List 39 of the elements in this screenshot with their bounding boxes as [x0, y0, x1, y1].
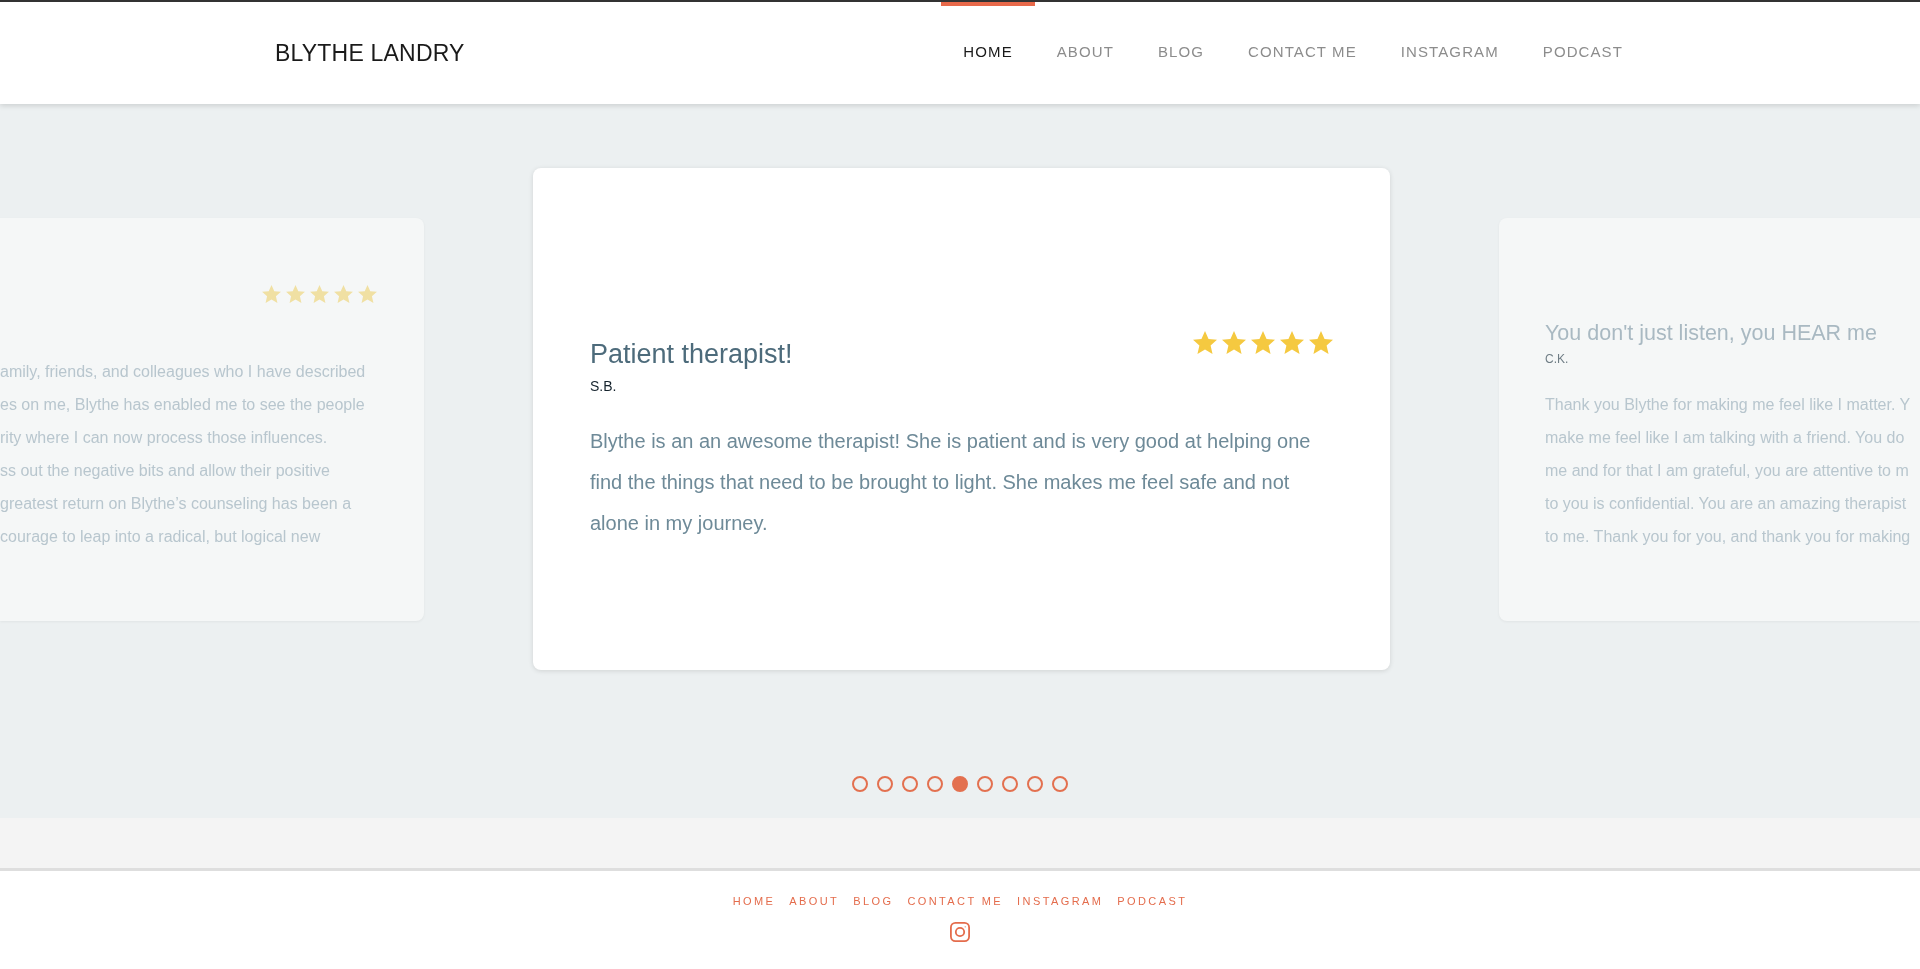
- carousel-dot[interactable]: [852, 776, 868, 792]
- testimonial-author: S.B.: [590, 378, 617, 394]
- star-icon: [286, 285, 305, 303]
- nav-link[interactable]: CONTACT ME: [1226, 2, 1379, 61]
- nav-link[interactable]: HOME: [941, 2, 1035, 61]
- instagram-icon[interactable]: [950, 922, 970, 942]
- footer-link[interactable]: ABOUT: [789, 894, 840, 908]
- testimonial-text: Blythe is an an awesome therapist! She is patient and is very good at helping one find the things that need to be brought to light. She makes me feel safe and not alone in my journey.: [590, 429, 1312, 536]
- star-icon: [262, 285, 281, 303]
- nav-link[interactable]: PODCAST: [1520, 2, 1645, 61]
- testimonial-author: C.K.: [1545, 351, 1569, 367]
- site-logo[interactable]: BLYTHE LANDRY: [275, 40, 465, 66]
- footer-link[interactable]: INSTAGRAM: [1017, 894, 1104, 908]
- carousel-dot[interactable]: [952, 776, 968, 792]
- carousel-dot[interactable]: [1002, 776, 1018, 792]
- carousel-dot[interactable]: [977, 776, 993, 792]
- star-icon: [334, 285, 353, 303]
- footer-link[interactable]: BLOG: [853, 894, 894, 908]
- star-icon: [1251, 331, 1275, 354]
- carousel-dot[interactable]: [927, 776, 943, 792]
- footer-link[interactable]: HOME: [732, 894, 776, 908]
- carousel-dot[interactable]: [1052, 776, 1068, 792]
- carousel-dot[interactable]: [902, 776, 918, 792]
- nav-link[interactable]: INSTAGRAM: [1378, 2, 1521, 61]
- footer-link[interactable]: PODCAST: [1117, 894, 1188, 908]
- star-icon: [1193, 331, 1217, 354]
- nav-link[interactable]: ABOUT: [1034, 2, 1136, 61]
- star-icon: [310, 285, 329, 303]
- carousel-dot[interactable]: [1027, 776, 1043, 792]
- star-icon: [358, 285, 377, 303]
- nav-link[interactable]: BLOG: [1135, 2, 1227, 61]
- carousel-dot[interactable]: [877, 776, 893, 792]
- testimonial-title: Patient therapist!: [590, 338, 793, 370]
- star-icon: [1280, 331, 1304, 354]
- star-icon: [1309, 331, 1333, 354]
- footer-link[interactable]: CONTACT ME: [907, 894, 1004, 908]
- testimonial-text: Thank you Blythe for making me feel like I matter. Y make me feel like I am talking with a friend. You do me and for that I am grateful, you are attentive to m to you is confidential. You are an amazing therapist to me. Thank you for you, and thank you for making: [1545, 394, 1912, 547]
- testimonial-title: You don't just listen, you HEAR me: [1545, 319, 1877, 347]
- star-icon: [1222, 331, 1246, 354]
